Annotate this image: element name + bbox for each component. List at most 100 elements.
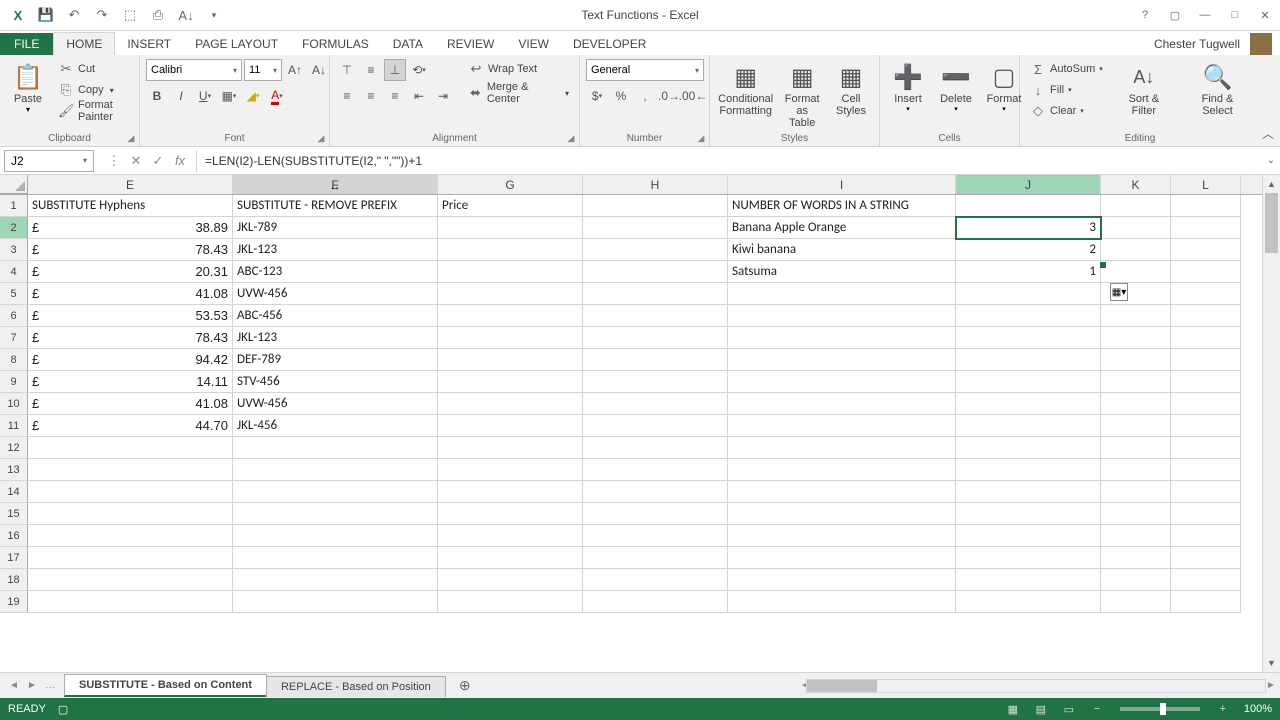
tab-data[interactable]: DATA xyxy=(381,33,435,55)
excel-icon[interactable]: X xyxy=(6,4,30,26)
cell[interactable] xyxy=(583,415,728,437)
cell[interactable] xyxy=(956,459,1101,481)
formula-colon[interactable]: ⋮ xyxy=(104,153,124,169)
cell[interactable] xyxy=(1101,547,1171,569)
col-header-e[interactable]: E xyxy=(28,175,233,194)
cell[interactable] xyxy=(728,481,956,503)
align-left-button[interactable]: ≡ xyxy=(336,85,358,107)
align-right-button[interactable]: ≡ xyxy=(384,85,406,107)
cell[interactable]: £20.31 xyxy=(28,261,233,283)
hscroll-thumb[interactable] xyxy=(807,680,877,692)
cell[interactable]: 2 xyxy=(956,239,1101,261)
cell[interactable] xyxy=(728,415,956,437)
row-header[interactable]: 15 xyxy=(0,503,28,525)
cell[interactable] xyxy=(583,195,728,217)
row-header[interactable]: 5 xyxy=(0,283,28,305)
fx-button[interactable]: fx xyxy=(170,153,190,168)
align-middle-button[interactable]: ≡ xyxy=(360,59,382,81)
cell[interactable] xyxy=(233,459,438,481)
cell[interactable]: Price xyxy=(438,195,583,217)
qa-sort[interactable]: A↓ xyxy=(174,4,198,26)
cell[interactable]: £14.11 xyxy=(28,371,233,393)
italic-button[interactable]: I xyxy=(170,85,192,107)
cell[interactable] xyxy=(1171,371,1241,393)
cell[interactable] xyxy=(956,415,1101,437)
row-header[interactable]: 9 xyxy=(0,371,28,393)
cell[interactable] xyxy=(583,481,728,503)
sort-filter-button[interactable]: A↓Sort & Filter xyxy=(1111,59,1177,119)
cell[interactable] xyxy=(1171,327,1241,349)
cell[interactable] xyxy=(1171,437,1241,459)
cell[interactable] xyxy=(728,371,956,393)
cell[interactable]: Satsuma xyxy=(728,261,956,283)
cell[interactable]: JKL-123 xyxy=(233,327,438,349)
hscroll-right[interactable]: ► xyxy=(1266,680,1272,691)
cell[interactable]: £41.08 xyxy=(28,393,233,415)
cell[interactable]: UVW-456 xyxy=(233,283,438,305)
cell[interactable] xyxy=(28,437,233,459)
zoom-thumb[interactable] xyxy=(1160,703,1166,715)
row-header[interactable]: 14 xyxy=(0,481,28,503)
cell[interactable] xyxy=(1101,195,1171,217)
format-table-button[interactable]: ▦Format as Table xyxy=(779,59,825,131)
cell[interactable]: NUMBER OF WORDS IN A STRING xyxy=(728,195,956,217)
cell[interactable] xyxy=(583,459,728,481)
qa-customize[interactable]: ▾ xyxy=(202,4,226,26)
row-header[interactable]: 3 xyxy=(0,239,28,261)
tab-view[interactable]: VIEW xyxy=(506,33,561,55)
tab-file[interactable]: FILE xyxy=(0,33,53,55)
user-name[interactable]: Chester Tugwell xyxy=(1154,37,1240,51)
font-name-combo[interactable]: Calibri▾ xyxy=(146,59,242,81)
cell[interactable] xyxy=(1171,261,1241,283)
cell[interactable] xyxy=(956,481,1101,503)
row-header[interactable]: 6 xyxy=(0,305,28,327)
dec-decimal-button[interactable]: .00← xyxy=(682,85,704,107)
cell[interactable] xyxy=(438,459,583,481)
cell[interactable] xyxy=(1171,349,1241,371)
row-header[interactable]: 13 xyxy=(0,459,28,481)
percent-button[interactable]: % xyxy=(610,85,632,107)
tab-page-layout[interactable]: PAGE LAYOUT xyxy=(183,33,290,55)
cell[interactable] xyxy=(583,503,728,525)
cell[interactable]: Banana Apple Orange xyxy=(728,217,956,239)
align-top-button[interactable]: ⊤ xyxy=(336,59,358,81)
cell[interactable]: SUBSTITUTE Hyphens xyxy=(28,195,233,217)
cell[interactable] xyxy=(438,547,583,569)
cell[interactable] xyxy=(438,349,583,371)
number-format-combo[interactable]: General▾ xyxy=(586,59,704,81)
cell[interactable] xyxy=(583,327,728,349)
cell-styles-button[interactable]: ▦Cell Styles xyxy=(829,59,873,119)
cell[interactable] xyxy=(1101,459,1171,481)
cell[interactable]: DEF-789 xyxy=(233,349,438,371)
cell[interactable] xyxy=(438,481,583,503)
row-header[interactable]: 16 xyxy=(0,525,28,547)
cond-format-button[interactable]: ▦Conditional Formatting xyxy=(716,59,775,119)
indent-dec-button[interactable]: ⇤ xyxy=(408,85,430,107)
fill-handle[interactable] xyxy=(1100,262,1106,268)
cell[interactable] xyxy=(438,393,583,415)
clipboard-launcher[interactable]: ◢ xyxy=(125,132,137,144)
cell[interactable]: SUBSTITUTE - REMOVE PREFIX xyxy=(233,195,438,217)
clear-button[interactable]: ◇Clear▾ xyxy=(1026,101,1107,121)
cell[interactable] xyxy=(438,239,583,261)
cell[interactable]: £44.70 xyxy=(28,415,233,437)
cell[interactable]: ABC-123 xyxy=(233,261,438,283)
cell[interactable] xyxy=(728,525,956,547)
zoom-level[interactable]: 100% xyxy=(1244,703,1272,715)
inc-decimal-button[interactable]: .0→ xyxy=(658,85,680,107)
cell[interactable] xyxy=(438,305,583,327)
orientation-button[interactable]: ⟲▾ xyxy=(408,59,430,81)
ribbon-options[interactable]: ▢ xyxy=(1160,5,1190,25)
tab-home[interactable]: HOME xyxy=(53,32,115,55)
cell[interactable] xyxy=(28,481,233,503)
cell[interactable] xyxy=(28,503,233,525)
autofill-options-button[interactable]: ▦▾ xyxy=(1110,283,1128,301)
cell[interactable] xyxy=(438,371,583,393)
cancel-formula-button[interactable]: ✕ xyxy=(126,153,146,169)
bold-button[interactable]: B xyxy=(146,85,168,107)
cell[interactable] xyxy=(1101,261,1171,283)
zoom-slider[interactable] xyxy=(1120,707,1200,711)
fill-button[interactable]: ↓Fill▾ xyxy=(1026,80,1107,100)
tab-formulas[interactable]: FORMULAS xyxy=(290,33,381,55)
sheet-tab-replace[interactable]: REPLACE - Based on Position xyxy=(266,676,446,697)
